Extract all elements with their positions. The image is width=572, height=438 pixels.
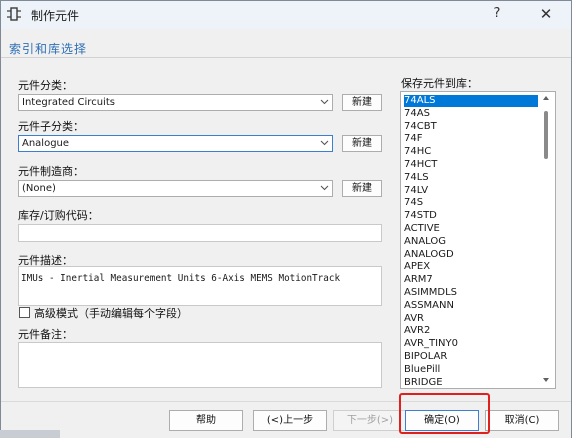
cancel-button[interactable]: 取消(C) <box>485 410 559 431</box>
scroll-down-icon[interactable] <box>542 376 550 384</box>
help-title-button[interactable]: ? <box>479 3 515 27</box>
chevron-down-icon <box>320 185 329 191</box>
subcategory-label: 元件子分类： <box>18 120 84 133</box>
library-item[interactable]: 74CBT <box>404 121 538 133</box>
library-item[interactable]: 74ALS <box>404 95 538 107</box>
help-button[interactable]: 帮助 <box>169 410 243 431</box>
library-item[interactable]: 74S <box>404 197 538 209</box>
manufacturer-value: (None) <box>22 183 56 194</box>
make-device-dialog: 制作元件 ? ✕ 索引和库选择 元件分类： Integrated Circuit… <box>0 0 572 438</box>
chevron-down-icon <box>320 99 329 105</box>
library-item[interactable]: 74AS <box>404 108 538 120</box>
highlight-box <box>399 393 490 434</box>
subcategory-value: Analogue <box>22 138 70 149</box>
title-bar: 制作元件 ? ✕ <box>1 1 571 29</box>
library-item[interactable]: BIPOLAR <box>404 351 538 363</box>
new-category-button[interactable]: 新建 <box>342 94 382 111</box>
library-item[interactable]: APEX <box>404 261 538 273</box>
library-item[interactable]: ACTIVE <box>404 223 538 235</box>
chevron-down-icon <box>320 140 329 146</box>
manufacturer-label: 元件制造商： <box>18 165 84 178</box>
advanced-mode-checkbox[interactable] <box>19 307 30 318</box>
taskbar-edge <box>0 430 60 438</box>
library-item[interactable]: 74LS <box>404 172 538 184</box>
library-item[interactable]: AVR2 <box>404 325 538 337</box>
new-manufacturer-button[interactable]: 新建 <box>342 180 382 197</box>
library-item[interactable]: AVR <box>404 313 538 325</box>
advanced-mode-label: 高级模式（手动编辑每个字段） <box>34 307 188 320</box>
library-item[interactable]: BluePill <box>404 364 538 376</box>
new-subcategory-button[interactable]: 新建 <box>342 135 382 152</box>
library-item[interactable]: ANALOGD <box>404 249 538 261</box>
library-scrollbar-thumb[interactable] <box>544 111 548 159</box>
library-item[interactable]: AVR_TINY0 <box>404 338 538 350</box>
notes-label: 元件备注： <box>18 328 73 341</box>
close-button[interactable]: ✕ <box>528 3 564 27</box>
library-item[interactable]: ANALOG <box>404 236 538 248</box>
library-item[interactable]: 74HC <box>404 146 538 158</box>
window-title: 制作元件 <box>31 9 80 23</box>
library-item[interactable]: BRIDGE <box>404 377 538 388</box>
description-input[interactable]: IMUs - Inertial Measurement Units 6-Axis… <box>18 266 382 306</box>
section-divider <box>1 57 571 58</box>
component-icon <box>7 7 21 21</box>
library-list[interactable]: 74ALS 74AS 74CBT 74F 74HC 74HCT 74LS 74LV 74S 74S… <box>400 91 556 389</box>
library-item[interactable]: 74LV <box>404 185 538 197</box>
next-button[interactable]: 下一步(>) <box>333 410 407 431</box>
library-item[interactable]: ARM7 <box>404 274 538 286</box>
category-label: 元件分类： <box>18 79 73 92</box>
category-select[interactable]: Integrated Circuits <box>18 94 333 111</box>
library-item[interactable]: ASIMMDLS <box>404 287 538 299</box>
library-label: 保存元件到库： <box>401 77 478 90</box>
category-value: Integrated Circuits <box>22 97 115 108</box>
library-item[interactable]: 74HCT <box>404 159 538 171</box>
scroll-up-icon[interactable] <box>542 94 550 102</box>
library-item[interactable]: 74F <box>404 133 538 145</box>
notes-input[interactable] <box>18 342 382 388</box>
manufacturer-select[interactable]: (None) <box>18 180 333 197</box>
subcategory-select[interactable]: Analogue <box>18 135 333 152</box>
library-item[interactable]: ASSMANN <box>404 300 538 312</box>
stock-code-input[interactable] <box>18 224 382 242</box>
stock-code-label: 库存/订购代码： <box>18 209 99 222</box>
section-title: 索引和库选择 <box>9 42 88 56</box>
library-item[interactable]: 74STD <box>404 210 538 222</box>
back-button[interactable]: (<)上一步 <box>253 410 327 431</box>
description-value: IMUs - Inertial Measurement Units 6-Axis… <box>21 273 341 284</box>
